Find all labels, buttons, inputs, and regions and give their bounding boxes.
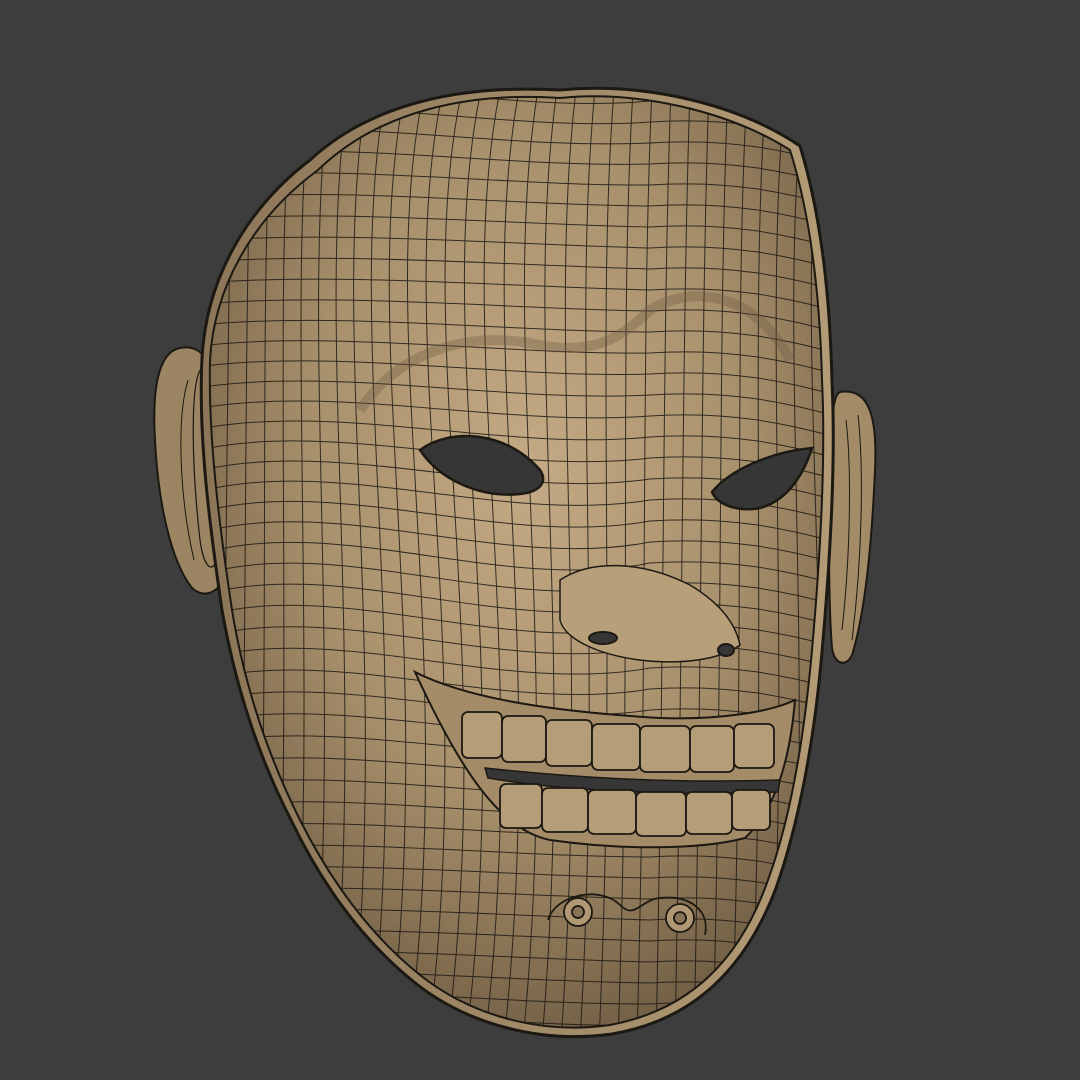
left-nostril	[588, 631, 618, 645]
3d-viewport[interactable]	[0, 0, 1080, 1080]
mask-model-render	[153, 86, 877, 1068]
right-nostril	[717, 643, 735, 657]
wire-horizontal	[190, 1032, 840, 1068]
right-ear	[828, 390, 877, 664]
